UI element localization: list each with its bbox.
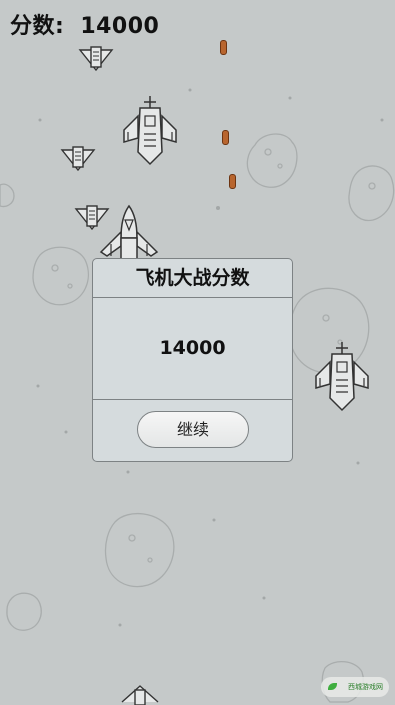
asteroid-icon [348, 165, 395, 222]
asteroid-icon [246, 133, 298, 188]
asteroid-icon [32, 246, 90, 306]
continue-button[interactable]: 继续 [137, 411, 249, 448]
enemy-small-plane-icon [121, 685, 159, 705]
score-label: 分数: [10, 14, 65, 39]
watermark-text: 西城游戏网 [348, 683, 383, 691]
leaf-logo-icon [328, 683, 337, 690]
bullet-icon [220, 40, 227, 55]
dialog-title: 飞机大战分数 [93, 259, 292, 298]
watermark-badge: 西城游戏网 [321, 677, 389, 697]
enemy-medium-plane-icon [123, 96, 177, 166]
score-dialog: 飞机大战分数 14000 继续 [92, 258, 293, 462]
score-hud: 分数: 14000 [10, 8, 159, 40]
enemy-medium-plane-icon [315, 342, 369, 412]
asteroid-icon [0, 183, 15, 208]
enemy-small-plane-icon [60, 146, 96, 172]
player-plane-icon [99, 204, 159, 261]
bullet-icon [222, 130, 229, 145]
asteroid-icon [6, 592, 42, 631]
asteroid-icon [104, 512, 175, 588]
dialog-score: 14000 [93, 298, 292, 400]
score-value: 14000 [80, 14, 160, 39]
game-canvas[interactable]: 分数: 14000 飞机大战分数 14000 继续 西城游戏网 [0, 0, 395, 705]
bullet-icon [229, 174, 236, 189]
dialog-footer: 继续 [93, 400, 292, 463]
enemy-small-plane-icon [78, 46, 114, 72]
